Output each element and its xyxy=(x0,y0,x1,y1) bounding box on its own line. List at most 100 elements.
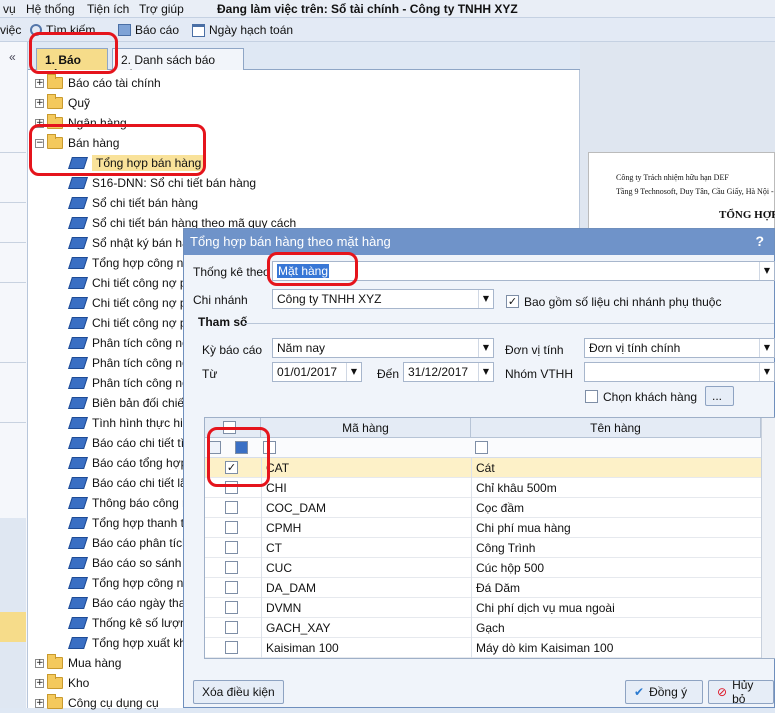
stat-by-label: Thống kê theo xyxy=(193,265,270,279)
highlight-mark xyxy=(267,252,358,286)
expand-icon[interactable]: + xyxy=(35,678,44,688)
tree-report-item[interactable]: Sổ chi tiết bán hàng xyxy=(68,193,198,213)
filter-icon[interactable] xyxy=(475,441,488,454)
chevron-down-icon[interactable]: ▼ xyxy=(759,339,774,357)
chevron-down-icon[interactable]: ▼ xyxy=(478,290,493,308)
clear-conditions-button[interactable]: Xóa điều kiện xyxy=(193,680,284,704)
folder-icon xyxy=(47,654,63,669)
tree-folder[interactable]: + Mua hàng xyxy=(35,653,121,673)
period-select[interactable]: Năm nay ▼ xyxy=(272,338,494,358)
table-row[interactable]: Kaisiman 100 Máy dò kim Kaisiman 100 xyxy=(205,638,761,658)
report-button[interactable]: Báo cáo xyxy=(118,23,179,37)
unit-select[interactable]: Đơn vị tính chính ▼ xyxy=(584,338,775,358)
branch-select[interactable]: Công ty TNHH XYZ ▼ xyxy=(272,289,494,309)
tree-folder[interactable]: + Báo cáo tài chính xyxy=(35,73,161,93)
cell-code: GACH_XAY xyxy=(266,621,331,635)
divider xyxy=(471,478,472,498)
row-checkbox[interactable] xyxy=(225,621,238,634)
highlight-mark xyxy=(29,32,118,74)
table-row[interactable]: CHI Chỉ khâu 500m xyxy=(205,478,761,498)
row-checkbox[interactable] xyxy=(225,641,238,654)
table-row[interactable]: DVMN Chi phí dịch vụ mua ngoài xyxy=(205,598,761,618)
cell-code: Kaisiman 100 xyxy=(266,641,339,655)
divider xyxy=(471,518,472,538)
report-book-icon xyxy=(68,217,88,229)
to-date-value: 31/12/2017 xyxy=(408,365,469,379)
divider xyxy=(471,558,472,578)
row-checkbox[interactable] xyxy=(225,501,238,514)
tree-report-item[interactable]: Thông báo công nợ xyxy=(68,493,197,513)
report-book-icon xyxy=(68,277,88,289)
menu-item-system[interactable]: Hệ thống xyxy=(26,2,75,16)
include-branches-checkbox[interactable]: ✓ xyxy=(506,295,519,308)
tree-folder[interactable]: + Quỹ xyxy=(35,93,90,113)
chevron-down-icon[interactable]: ▼ xyxy=(478,363,493,381)
grid-header-code[interactable]: Mã hàng xyxy=(261,418,471,438)
chevron-down-icon[interactable]: ▼ xyxy=(759,363,774,381)
select-customer-button[interactable]: ... xyxy=(705,386,734,406)
to-date-input[interactable]: 31/12/2017 ▼ xyxy=(403,362,494,382)
folder-icon xyxy=(47,74,63,89)
expand-icon[interactable]: + xyxy=(35,98,44,108)
report-book-icon xyxy=(68,437,88,449)
chevron-down-icon[interactable]: ▼ xyxy=(478,339,493,357)
expand-icon[interactable]: + xyxy=(35,78,44,88)
product-grid: Mã hàng Tên hàng ✓ CAT Cát CHI Chỉ khâu 500m… xyxy=(204,417,775,659)
left-nav-selected[interactable] xyxy=(0,612,26,642)
table-row[interactable]: GACH_XAY Gạch xyxy=(205,618,761,638)
tree-report-item[interactable]: Biên bản đối chiếu xyxy=(68,393,191,413)
row-checkbox[interactable] xyxy=(225,601,238,614)
tree-report-item[interactable]: Tổng hợp xuất kho xyxy=(68,633,193,653)
folder-icon xyxy=(47,694,63,709)
calendar-icon xyxy=(192,23,205,37)
tree-report-item[interactable]: Phân tích công nợ xyxy=(68,333,190,353)
table-row[interactable]: ✓ CAT Cát xyxy=(205,458,761,478)
row-checkbox[interactable] xyxy=(225,541,238,554)
tree-report-item[interactable]: Báo cáo phân tích xyxy=(68,533,189,553)
posting-date-button[interactable]: Ngày hạch toán xyxy=(192,23,293,37)
table-row[interactable]: COC_DAM Cọc đầm xyxy=(205,498,761,518)
cell-code: CT xyxy=(266,541,282,555)
chevron-down-icon[interactable]: ▼ xyxy=(759,262,774,280)
tree-report-item[interactable]: Tổng hợp công nợ xyxy=(68,573,191,593)
menu-item-vu[interactable]: vụ xyxy=(3,2,16,16)
tree-report-item[interactable]: Thống kê số lượng xyxy=(68,613,193,633)
row-checkbox[interactable] xyxy=(225,561,238,574)
ok-button[interactable]: ✔ Đồng ý xyxy=(625,680,703,704)
from-date-input[interactable]: 01/01/2017 ▼ xyxy=(272,362,362,382)
cancel-button[interactable]: ⊘ Hủy bỏ xyxy=(708,678,774,706)
cell-name: Cát xyxy=(476,461,495,475)
table-row[interactable]: CUC Cúc hộp 500 xyxy=(205,558,761,578)
table-row[interactable]: CPMH Chi phí mua hàng xyxy=(205,518,761,538)
tab-report-list[interactable]: 2. Danh sách báo cáo xyxy=(112,48,244,81)
row-checkbox[interactable] xyxy=(225,581,238,594)
table-row[interactable]: CT Công Trình xyxy=(205,538,761,558)
tree-folder[interactable]: + Kho xyxy=(35,673,89,693)
select-customer-checkbox[interactable] xyxy=(585,390,598,403)
divider xyxy=(261,518,262,538)
cell-code: CPMH xyxy=(266,521,302,535)
divider xyxy=(471,618,472,638)
from-date-value: 01/01/2017 xyxy=(277,365,338,379)
expand-icon[interactable]: + xyxy=(35,698,44,708)
tree-report-item[interactable]: S16-DNN: Sổ chi tiết bán hàng xyxy=(68,173,256,193)
table-row[interactable]: DA_DAM Đá Dăm xyxy=(205,578,761,598)
tree-report-label: Tình hình thực hiện xyxy=(92,416,197,430)
folder-icon xyxy=(47,674,63,689)
grid-scrollbar[interactable] xyxy=(761,418,775,658)
collapse-arrow-icon[interactable]: « xyxy=(9,50,16,64)
report-book-icon xyxy=(68,177,88,189)
menu-item-help[interactable]: Trợ giúp xyxy=(139,2,184,16)
expand-icon[interactable]: + xyxy=(35,658,44,668)
menu-item-utilities[interactable]: Tiện ích xyxy=(87,2,129,16)
row-checkbox[interactable] xyxy=(225,521,238,534)
grid-header-name[interactable]: Tên hàng xyxy=(471,418,761,438)
chevron-down-icon[interactable]: ▼ xyxy=(346,363,361,381)
app-title: Đang làm việc trên: Sổ tài chính - Công … xyxy=(217,2,518,16)
report-book-icon xyxy=(68,377,88,389)
help-icon[interactable]: ? xyxy=(755,233,764,249)
tree-folder[interactable]: + Công cụ dụng cụ xyxy=(35,693,159,713)
report-label: Báo cáo xyxy=(135,23,180,37)
product-group-select[interactable]: ▼ xyxy=(584,362,775,382)
tree-report-item[interactable]: Tình hình thực hiện xyxy=(68,413,197,433)
